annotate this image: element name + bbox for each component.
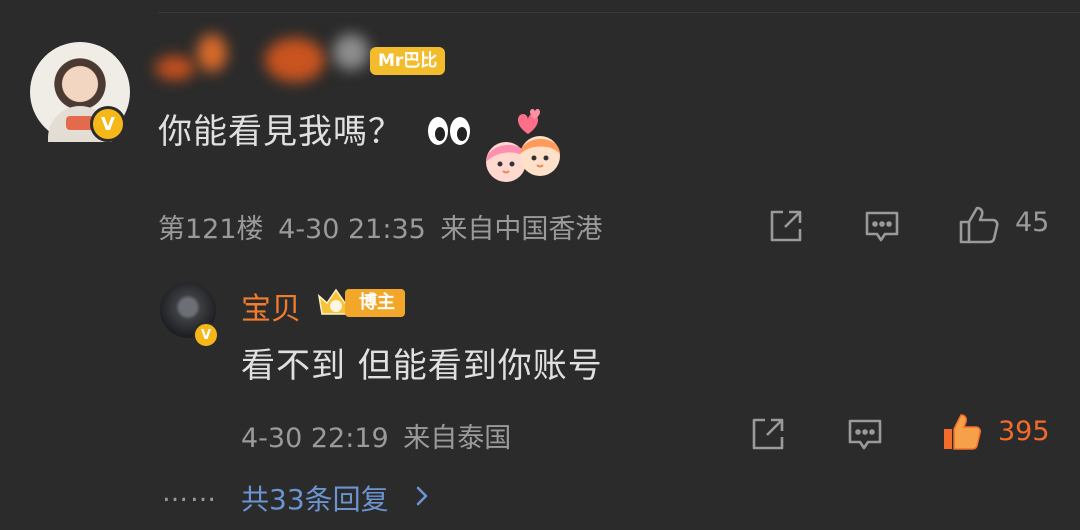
divider	[158, 12, 1080, 13]
verified-badge-icon: V	[90, 106, 126, 142]
blogger-tag: 博主	[345, 289, 405, 317]
view-more-replies-link[interactable]: 共33条回复	[241, 478, 389, 518]
user-badge: Mr巴比	[370, 47, 446, 75]
love-couple-sticker-icon	[478, 108, 568, 188]
floor-number: 第121楼	[158, 214, 264, 245]
reply-datetime: 4-30 22:19	[241, 423, 389, 454]
comment-icon[interactable]	[847, 418, 883, 456]
liked-thumb-icon[interactable]	[941, 411, 983, 457]
reply-text: 看不到 但能看到你账号	[241, 346, 603, 386]
verified-badge-icon: V	[193, 322, 219, 348]
comment-source: 来自中国香港	[440, 214, 603, 245]
reply-author-name[interactable]: 宝贝	[241, 284, 301, 328]
like-count: 395	[998, 416, 1050, 447]
eyes-emoji-icon	[426, 114, 472, 156]
share-icon[interactable]	[768, 208, 804, 248]
like-count: 45	[1015, 207, 1050, 238]
share-icon[interactable]	[750, 416, 786, 456]
comment-datetime: 4-30 21:35	[278, 214, 426, 245]
commenter-name-blurred[interactable]	[155, 30, 375, 84]
like-thumb-icon[interactable]	[958, 204, 1000, 250]
more-dots: ……	[162, 478, 218, 508]
chevron-right-icon[interactable]	[414, 484, 430, 512]
reply-meta: 4-30 22:19 来自泰国	[241, 416, 511, 455]
comment-icon[interactable]	[864, 210, 900, 248]
comment-text: 你能看見我嗎？	[158, 112, 403, 152]
comment-meta: 第121楼 4-30 21:35 来自中国香港	[158, 207, 602, 246]
reply-source: 来自泰国	[403, 423, 512, 454]
